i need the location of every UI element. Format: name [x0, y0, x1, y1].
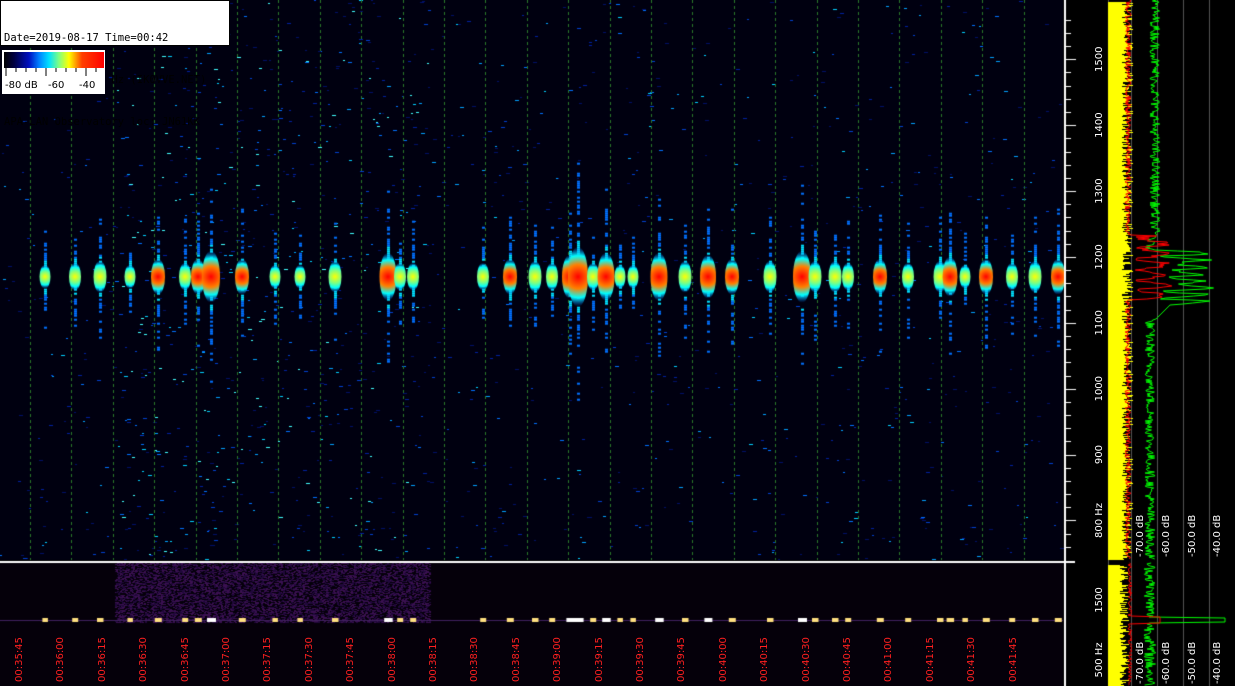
time-tick-label: 00:37:15 [262, 637, 273, 682]
time-tick-label: 00:36:45 [180, 637, 191, 682]
lower-freq-tick-label: 1500 [1094, 587, 1105, 612]
lower-db-tick-label: -70.0 dB [1135, 642, 1146, 684]
db-tick-label: -40.0 dB [1212, 515, 1223, 557]
time-tick-label: 00:36:30 [138, 637, 149, 682]
time-tick-label: 00:39:30 [635, 637, 646, 682]
time-tick-label: 00:38:15 [428, 637, 439, 682]
freq-tick-label: 1400 [1094, 112, 1105, 137]
time-tick-label: 00:38:45 [511, 637, 522, 682]
lower-db-tick-label: -50.0 dB [1187, 642, 1198, 684]
freq-tick-label: 1100 [1094, 310, 1105, 335]
time-tick-label: 00:37:45 [345, 637, 356, 682]
freq-tick-label: 1000 [1094, 376, 1105, 401]
time-tick-label: 00:40:00 [718, 637, 729, 682]
freq-tick-label: 1200 [1094, 244, 1105, 269]
time-tick-label: 00:39:45 [676, 637, 687, 682]
freq-tick-label: 1300 [1094, 178, 1105, 203]
time-tick-label: 00:40:30 [801, 637, 812, 682]
freq-tick-label: 1500 [1094, 47, 1105, 72]
time-tick-label: 00:35:45 [14, 637, 25, 682]
db-tick-label: -50.0 dB [1187, 515, 1198, 557]
time-tick-label: 00:38:30 [469, 637, 480, 682]
time-tick-label: 00:41:30 [966, 637, 977, 682]
time-tick-label: 00:39:00 [552, 637, 563, 682]
lower-db-tick-label: -60.0 dB [1161, 642, 1172, 684]
lower-db-tick-label: -40.0 dB [1212, 642, 1223, 684]
time-tick-label: 00:40:45 [842, 637, 853, 682]
time-tick-label: 00:39:15 [594, 637, 605, 682]
time-tick-label: 00:37:30 [304, 637, 315, 682]
time-tick-label: 00:36:00 [55, 637, 66, 682]
time-tick-label: 00:36:15 [97, 637, 108, 682]
time-tick-label: 00:40:15 [759, 637, 770, 682]
time-tick-label: 00:41:00 [883, 637, 894, 682]
time-tick-label: 00:41:15 [925, 637, 936, 682]
time-tick-label: 00:37:00 [221, 637, 232, 682]
db-tick-label: -70.0 dB [1135, 515, 1146, 557]
time-tick-label: 00:41:45 [1008, 637, 1019, 682]
time-tick-label: 00:38:00 [387, 637, 398, 682]
lower-freq-tick-label: 500 Hz [1094, 642, 1105, 677]
freq-tick-label: 800 Hz [1094, 503, 1105, 538]
chart-overlay: 00:35:45 00:36:00 00:36:15 00:36:30 00:36:45… [14, 47, 1223, 684]
freq-tick-label: 900 [1094, 445, 1105, 464]
db-tick-label: -60.0 dB [1161, 515, 1172, 557]
